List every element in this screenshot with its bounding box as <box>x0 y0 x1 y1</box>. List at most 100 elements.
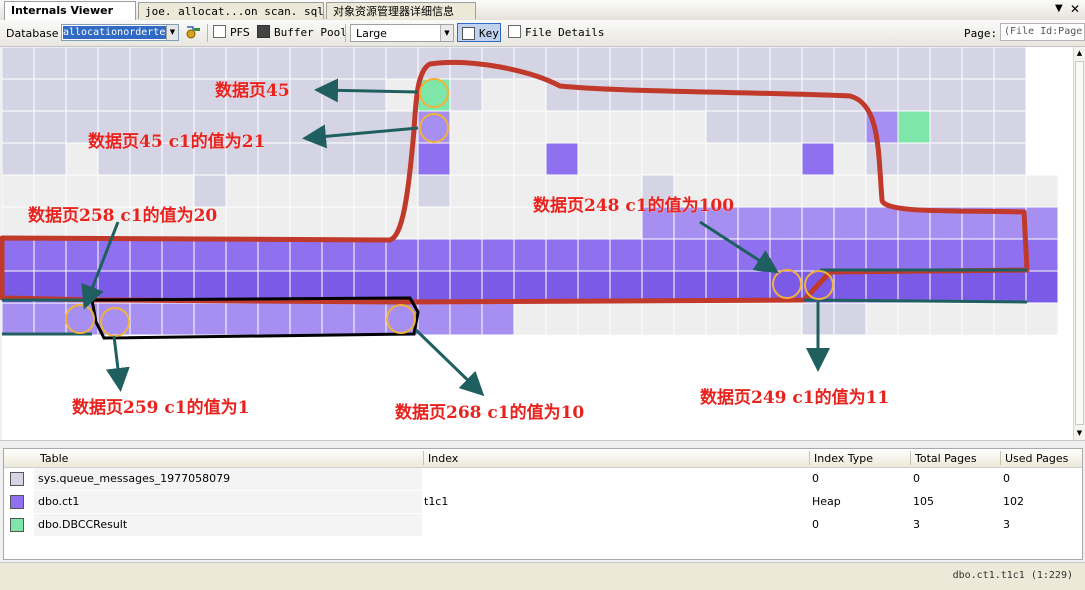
allocation-page-cell[interactable] <box>641 270 675 304</box>
allocation-page-cell[interactable] <box>2 142 35 176</box>
page-input[interactable]: (File Id:Page) <box>1000 23 1085 41</box>
allocation-page-cell[interactable] <box>961 142 995 176</box>
allocation-page-cell[interactable] <box>65 78 99 112</box>
allocation-page-cell[interactable] <box>833 238 867 272</box>
allocation-page-cell[interactable] <box>417 238 451 272</box>
allocation-page-cell[interactable] <box>545 270 579 304</box>
allocation-page-cell[interactable] <box>193 270 227 304</box>
allocation-page-cell[interactable] <box>929 78 963 112</box>
allocation-page-cell[interactable] <box>577 238 611 272</box>
allocation-page-cell[interactable] <box>449 206 483 240</box>
allocation-page-cell[interactable] <box>993 238 1027 272</box>
allocation-page-cell[interactable] <box>417 270 451 304</box>
allocation-map-grid[interactable] <box>2 47 1073 440</box>
allocation-page-cell[interactable] <box>737 270 771 304</box>
allocation-page-cell[interactable] <box>289 238 323 272</box>
allocation-page-cell[interactable] <box>353 142 387 176</box>
allocation-page-cell[interactable] <box>225 270 259 304</box>
allocation-page-cell[interactable] <box>769 238 803 272</box>
allocation-page-cell[interactable] <box>865 47 899 80</box>
allocation-page-cell[interactable] <box>897 110 931 144</box>
allocation-page-cell[interactable] <box>929 206 963 240</box>
allocation-page-cell[interactable] <box>961 238 995 272</box>
allocation-page-cell[interactable] <box>289 47 323 80</box>
allocation-page-cell[interactable] <box>289 110 323 144</box>
allocation-page-cell[interactable] <box>801 47 835 80</box>
allocation-page-cell[interactable] <box>385 238 419 272</box>
allocation-page-cell[interactable] <box>801 270 835 304</box>
allocation-page-cell[interactable] <box>193 47 227 80</box>
allocation-page-cell[interactable] <box>673 47 707 80</box>
scroll-up-icon[interactable]: ▲ <box>1074 48 1085 59</box>
allocation-page-cell[interactable] <box>801 238 835 272</box>
allocation-page-cell[interactable] <box>353 174 387 208</box>
allocation-page-cell[interactable] <box>801 174 835 208</box>
allocation-page-cell[interactable] <box>897 270 931 304</box>
allocation-page-cell[interactable] <box>353 47 387 80</box>
allocation-page-cell[interactable] <box>737 302 771 336</box>
allocation-page-cell[interactable] <box>33 270 67 304</box>
allocation-page-cell[interactable] <box>801 302 835 336</box>
allocation-page-cell[interactable] <box>33 302 67 336</box>
allocation-page-cell[interactable] <box>897 174 931 208</box>
allocation-page-cell[interactable] <box>993 47 1027 80</box>
allocation-page-cell[interactable] <box>577 302 611 336</box>
allocation-page-cell[interactable] <box>289 302 323 336</box>
allocation-page-cell[interactable] <box>417 110 451 144</box>
allocation-page-cell[interactable] <box>705 238 739 272</box>
allocation-page-cell[interactable] <box>961 302 995 336</box>
scrollbar-thumb[interactable] <box>1075 61 1084 425</box>
chevron-down-icon[interactable]: ▼ <box>166 25 178 40</box>
allocation-page-cell[interactable] <box>769 47 803 80</box>
col-header-used-pages[interactable]: Used Pages <box>1001 452 1068 465</box>
allocation-page-cell[interactable] <box>449 142 483 176</box>
allocation-page-cell[interactable] <box>609 78 643 112</box>
allocation-page-cell[interactable] <box>385 206 419 240</box>
allocation-page-cell[interactable] <box>513 47 547 80</box>
allocation-page-cell[interactable] <box>417 302 451 336</box>
allocation-page-cell[interactable] <box>289 206 323 240</box>
allocation-page-cell[interactable] <box>897 78 931 112</box>
col-header-total-pages[interactable]: Total Pages <box>911 452 977 465</box>
allocation-page-cell[interactable] <box>929 238 963 272</box>
allocation-page-cell[interactable] <box>481 238 515 272</box>
allocation-page-cell[interactable] <box>833 302 867 336</box>
allocation-page-cell[interactable] <box>33 47 67 80</box>
legend-row[interactable]: dbo.DBCCResult 0 3 3 <box>4 514 1082 536</box>
allocation-page-cell[interactable] <box>961 78 995 112</box>
allocation-page-cell[interactable] <box>513 238 547 272</box>
allocation-page-cell[interactable] <box>257 238 291 272</box>
allocation-page-cell[interactable] <box>513 142 547 176</box>
allocation-page-cell[interactable] <box>161 47 195 80</box>
allocation-page-cell[interactable] <box>705 270 739 304</box>
allocation-page-cell[interactable] <box>321 270 355 304</box>
allocation-page-cell[interactable] <box>641 238 675 272</box>
allocation-page-cell[interactable] <box>129 270 163 304</box>
allocation-page-cell[interactable] <box>673 238 707 272</box>
allocation-page-cell[interactable] <box>737 47 771 80</box>
allocation-page-cell[interactable] <box>2 78 35 112</box>
allocation-page-cell[interactable] <box>321 110 355 144</box>
allocation-page-cell[interactable] <box>65 302 99 336</box>
allocation-page-cell[interactable] <box>225 47 259 80</box>
allocation-page-cell[interactable] <box>257 47 291 80</box>
allocation-page-cell[interactable] <box>289 78 323 112</box>
allocation-page-cell[interactable] <box>833 142 867 176</box>
allocation-page-cell[interactable] <box>385 78 419 112</box>
allocation-page-cell[interactable] <box>321 142 355 176</box>
allocation-page-cell[interactable] <box>417 78 451 112</box>
allocation-page-cell[interactable] <box>65 47 99 80</box>
allocation-page-cell[interactable] <box>385 174 419 208</box>
allocation-page-cell[interactable] <box>897 238 931 272</box>
pfs-button[interactable]: PFS <box>213 25 250 41</box>
allocation-page-cell[interactable] <box>801 206 835 240</box>
allocation-page-cell[interactable] <box>1025 302 1059 336</box>
buffer-pool-button[interactable]: Buffer Pool <box>257 25 347 41</box>
allocation-page-cell[interactable] <box>769 142 803 176</box>
allocation-page-cell[interactable] <box>417 206 451 240</box>
allocation-page-cell[interactable] <box>161 238 195 272</box>
allocation-page-cell[interactable] <box>737 206 771 240</box>
allocation-page-cell[interactable] <box>33 238 67 272</box>
allocation-page-cell[interactable] <box>961 174 995 208</box>
allocation-page-cell[interactable] <box>321 78 355 112</box>
